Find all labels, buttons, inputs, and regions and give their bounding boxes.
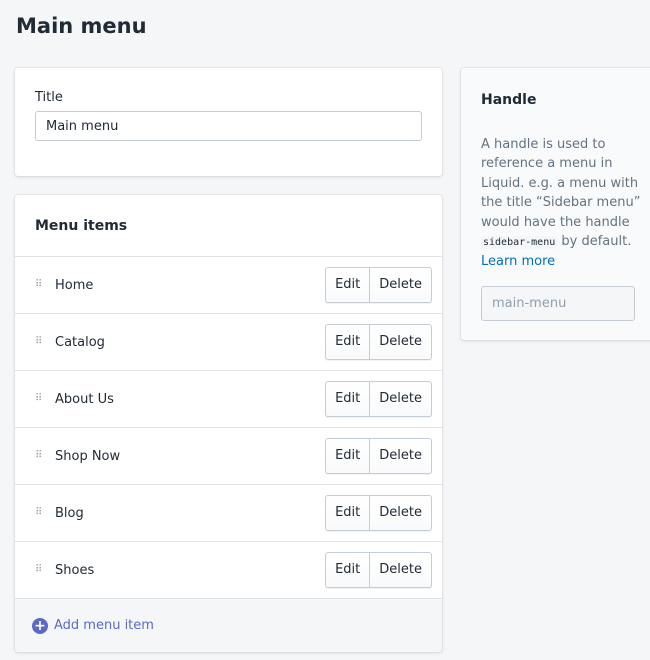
edit-button[interactable]: Edit — [326, 325, 369, 359]
button-group: Edit Delete — [325, 438, 432, 474]
add-menu-item-label: Add menu item — [54, 618, 154, 633]
delete-button[interactable]: Delete — [369, 268, 431, 302]
plus-circle-icon: + — [32, 617, 48, 634]
handle-code: sidebar-menu — [481, 236, 558, 250]
delete-button[interactable]: Delete — [369, 325, 431, 359]
menu-item-row: ⠿ Blog Edit Delete — [15, 485, 442, 542]
delete-button[interactable]: Delete — [369, 382, 431, 416]
edit-button[interactable]: Edit — [326, 439, 369, 473]
learn-more-link[interactable]: Learn more — [481, 254, 555, 269]
menu-item-row: ⠿ Home Edit Delete — [15, 257, 442, 314]
menu-item-row: ⠿ Shoes Edit Delete — [15, 542, 442, 599]
menu-items-heading: Menu items — [15, 195, 442, 257]
edit-button[interactable]: Edit — [326, 553, 369, 587]
edit-button[interactable]: Edit — [326, 268, 369, 302]
add-menu-item-button[interactable]: + Add menu item — [15, 599, 442, 652]
menu-item-name: Catalog — [55, 334, 105, 350]
menu-item-name: Shoes — [55, 562, 95, 578]
handle-description: A handle is used to reference a menu in … — [481, 135, 641, 272]
delete-button[interactable]: Delete — [369, 439, 431, 473]
menu-item-name: About Us — [55, 391, 114, 407]
handle-input[interactable]: main-menu — [481, 286, 635, 321]
page-title: Main menu — [16, 14, 147, 38]
button-group: Edit Delete — [325, 552, 432, 588]
drag-handle-icon[interactable]: ⠿ — [35, 451, 43, 461]
delete-button[interactable]: Delete — [369, 553, 431, 587]
edit-button[interactable]: Edit — [326, 382, 369, 416]
menu-item-name: Blog — [55, 505, 84, 521]
drag-handle-icon[interactable]: ⠿ — [35, 337, 43, 347]
drag-handle-icon[interactable]: ⠿ — [35, 394, 43, 404]
button-group: Edit Delete — [325, 495, 432, 531]
button-group: Edit Delete — [325, 324, 432, 360]
desc-text: A handle is used to reference a menu in … — [481, 137, 641, 230]
menu-item-name: Shop Now — [55, 448, 121, 464]
title-card: Title — [15, 68, 442, 176]
drag-handle-icon[interactable]: ⠿ — [35, 565, 43, 575]
title-input[interactable] — [35, 111, 422, 141]
delete-button[interactable]: Delete — [369, 496, 431, 530]
button-group: Edit Delete — [325, 381, 432, 417]
drag-handle-icon[interactable]: ⠿ — [35, 508, 43, 518]
handle-heading: Handle — [481, 92, 537, 108]
desc-text-end: by default. — [557, 234, 632, 250]
menu-item-row: ⠿ About Us Edit Delete — [15, 371, 442, 428]
menu-item-name: Home — [55, 277, 94, 293]
button-group: Edit Delete — [325, 267, 432, 303]
menu-items-card: Menu items ⠿ Home Edit Delete ⠿ Catalog Edit De… — [15, 195, 442, 652]
menu-item-row: ⠿ Catalog Edit Delete — [15, 314, 442, 371]
menu-item-row: ⠿ Shop Now Edit Delete — [15, 428, 442, 485]
title-label: Title — [35, 90, 63, 105]
drag-handle-icon[interactable]: ⠿ — [35, 280, 43, 290]
handle-card: Handle A handle is used to reference a m… — [461, 68, 650, 340]
edit-button[interactable]: Edit — [326, 496, 369, 530]
